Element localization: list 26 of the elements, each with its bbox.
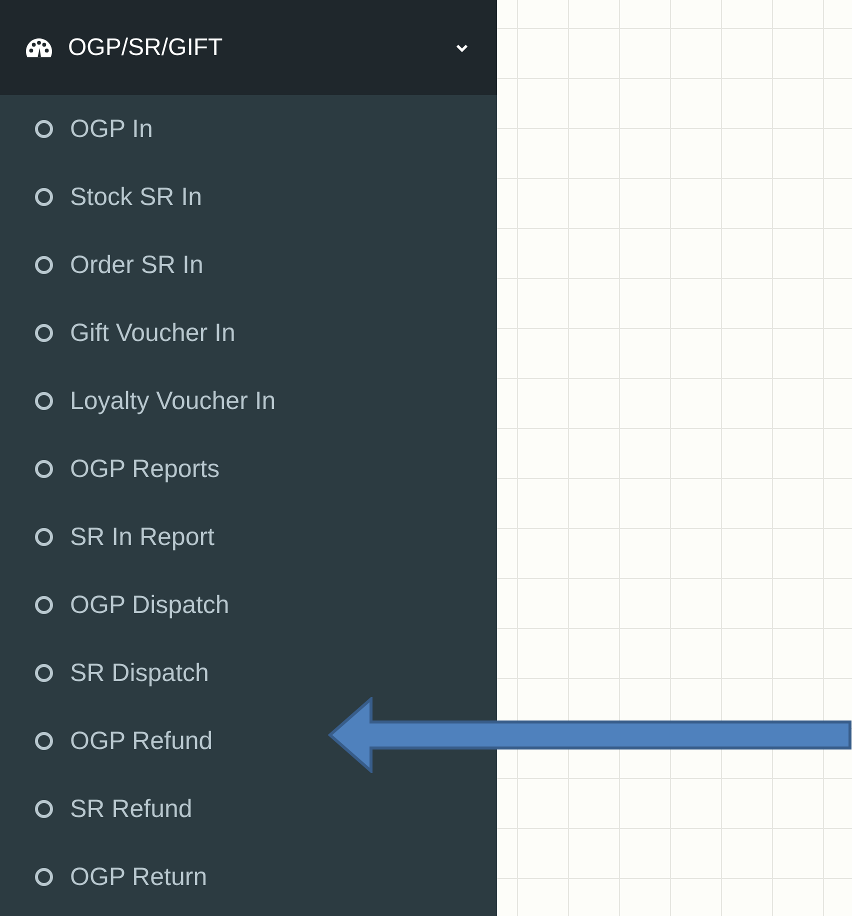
circle-icon bbox=[34, 527, 54, 547]
menu-group-header[interactable]: OGP/SR/GIFT bbox=[0, 0, 497, 95]
circle-icon bbox=[34, 799, 54, 819]
menu-item[interactable]: OGP In bbox=[70, 114, 153, 144]
circle-icon bbox=[34, 187, 54, 207]
circle-icon bbox=[34, 459, 54, 479]
menu-item[interactable]: SR In Report bbox=[70, 522, 215, 552]
circle-icon bbox=[34, 119, 54, 139]
menu-item[interactable]: OGP Dispatch bbox=[70, 590, 230, 620]
menu-item[interactable]: SR Refund bbox=[70, 794, 192, 824]
menu-item[interactable]: Loyalty Voucher In bbox=[70, 386, 276, 416]
menu-item[interactable]: Stock SR In bbox=[70, 182, 202, 212]
circle-icon bbox=[34, 663, 54, 683]
circle-icon bbox=[34, 867, 54, 887]
menu-item[interactable]: Order SR In bbox=[70, 250, 204, 280]
menu-item[interactable]: Gift Voucher In bbox=[70, 318, 236, 348]
circle-icon bbox=[34, 255, 54, 275]
circle-icon bbox=[34, 731, 54, 751]
menu-item[interactable]: OGP Return bbox=[70, 862, 208, 892]
dashboard-icon bbox=[26, 38, 52, 58]
circle-icon bbox=[34, 391, 54, 411]
menu-item[interactable]: SR Dispatch bbox=[70, 658, 209, 688]
menu-item[interactable]: OGP Refund bbox=[70, 726, 213, 756]
circle-icon bbox=[34, 323, 54, 343]
menu-item[interactable]: OGP Reports bbox=[70, 454, 220, 484]
circle-icon bbox=[34, 595, 54, 615]
